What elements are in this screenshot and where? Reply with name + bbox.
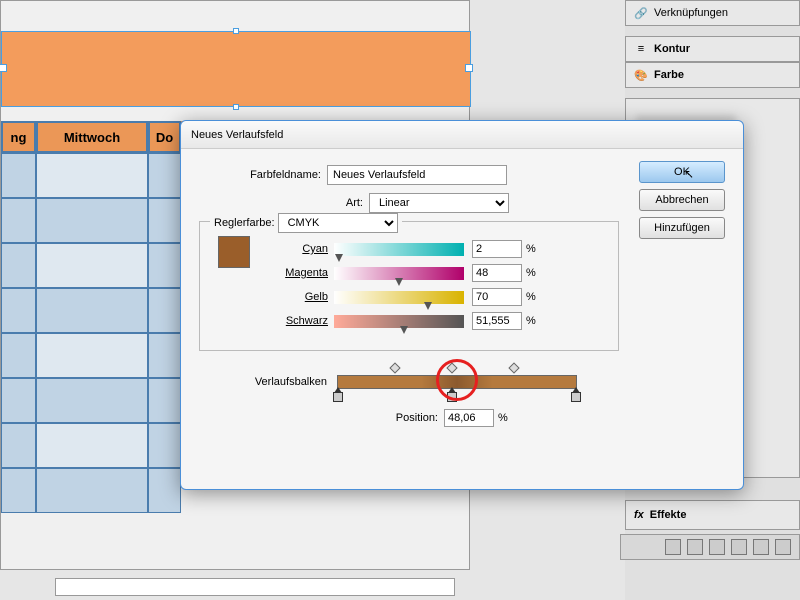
black-slider[interactable]	[334, 315, 464, 328]
gradient-color-stop[interactable]	[333, 392, 343, 402]
table-cell[interactable]	[1, 333, 36, 378]
table-cell[interactable]	[36, 198, 148, 243]
color-sliders-group: Reglerfarbe: CMYK Cyan % Magenta % Gelb	[199, 221, 619, 351]
percent-symbol: %	[526, 267, 536, 279]
table-cell[interactable]	[1, 423, 36, 468]
table-header-cell[interactable]: Mittwoch	[36, 121, 148, 153]
percent-symbol: %	[526, 291, 536, 303]
table-cell[interactable]	[148, 243, 181, 288]
table-cell[interactable]	[1, 288, 36, 333]
gradient-color-stop-selected[interactable]	[447, 392, 457, 402]
magenta-label: Magenta	[214, 267, 334, 279]
table-cell[interactable]	[36, 378, 148, 423]
table-cell[interactable]	[1, 153, 36, 198]
panel-links[interactable]: 🔗 Verknüpfungen	[625, 0, 800, 26]
table-cell[interactable]	[36, 423, 148, 468]
black-label: Schwarz	[214, 315, 334, 327]
links-icon: 🔗	[634, 6, 648, 20]
swatch-tool-icon[interactable]	[687, 539, 703, 555]
percent-symbol: %	[526, 315, 536, 327]
panel-label: Kontur	[654, 43, 690, 55]
table-cell[interactable]	[148, 153, 181, 198]
add-button[interactable]: Hinzufügen	[639, 217, 725, 239]
table-header-cell[interactable]: ng	[1, 121, 36, 153]
percent-symbol: %	[526, 243, 536, 255]
resize-handle-bottom[interactable]	[233, 104, 239, 110]
palette-icon: 🎨	[634, 68, 648, 82]
yellow-label: Gelb	[214, 291, 334, 303]
table-header-cell[interactable]: Do	[148, 121, 181, 153]
fx-icon: fx	[634, 509, 644, 521]
swatch-tool-icon[interactable]	[665, 539, 681, 555]
gradient-ramp-label: Verlaufsbalken	[199, 376, 337, 388]
table-cell[interactable]	[1, 378, 36, 423]
swatches-toolbar	[620, 534, 800, 560]
panel-effects[interactable]: fx Effekte	[625, 500, 800, 530]
gradient-color-stop[interactable]	[571, 392, 581, 402]
gradient-midpoint-diamond[interactable]	[447, 362, 458, 373]
gradient-type-select[interactable]: Linear	[369, 193, 509, 213]
cancel-button[interactable]: Abbrechen	[639, 189, 725, 211]
table-cell[interactable]	[148, 378, 181, 423]
table-cell[interactable]	[36, 153, 148, 198]
selected-table-header-bar[interactable]	[1, 31, 471, 107]
table-cell[interactable]	[1, 198, 36, 243]
panel-color[interactable]: 🎨 Farbe	[625, 62, 800, 88]
trash-icon[interactable]	[775, 539, 791, 555]
bottom-scrollbar[interactable]	[55, 578, 455, 596]
table-cell[interactable]	[148, 423, 181, 468]
swatch-name-label: Farbfeldname:	[199, 169, 327, 181]
gradient-ramp[interactable]	[337, 375, 577, 389]
yellow-slider[interactable]	[334, 291, 464, 304]
swatch-name-input[interactable]	[327, 165, 507, 185]
stop-color-label: Reglerfarbe:	[214, 217, 275, 229]
dialog-title-bar[interactable]: Neues Verlaufsfeld	[181, 121, 743, 149]
stroke-icon: ≡	[634, 42, 648, 56]
table-cell[interactable]	[148, 288, 181, 333]
new-gradient-swatch-dialog: Neues Verlaufsfeld Farbfeldname: Art: Li…	[180, 120, 744, 490]
dialog-title: Neues Verlaufsfeld	[191, 129, 283, 141]
panel-label: Farbe	[654, 69, 684, 81]
table-cell[interactable]	[148, 333, 181, 378]
table-cell[interactable]	[1, 468, 36, 513]
panel-label: Verknüpfungen	[654, 7, 728, 19]
new-swatch-icon[interactable]	[753, 539, 769, 555]
resize-handle-top[interactable]	[233, 28, 239, 34]
panel-label: Effekte	[650, 509, 687, 521]
black-value-input[interactable]	[472, 312, 522, 330]
gradient-midpoint-diamond[interactable]	[389, 362, 400, 373]
table-cell[interactable]	[36, 288, 148, 333]
position-label: Position:	[199, 412, 444, 424]
gradient-type-label: Art:	[199, 197, 369, 209]
cyan-slider[interactable]	[334, 243, 464, 256]
color-swatch-preview	[218, 236, 250, 268]
ok-button[interactable]: OK ↖	[639, 161, 725, 183]
position-value-input[interactable]	[444, 409, 494, 427]
cyan-value-input[interactable]	[472, 240, 522, 258]
table-cell[interactable]	[36, 333, 148, 378]
swatch-tool-icon[interactable]	[731, 539, 747, 555]
percent-symbol: %	[498, 412, 508, 424]
magenta-value-input[interactable]	[472, 264, 522, 282]
table-cell[interactable]	[36, 243, 148, 288]
panel-stroke[interactable]: ≡ Kontur	[625, 36, 800, 62]
yellow-value-input[interactable]	[472, 288, 522, 306]
swatch-tool-icon[interactable]	[709, 539, 725, 555]
table-cell[interactable]	[36, 468, 148, 513]
magenta-slider[interactable]	[334, 267, 464, 280]
table-cell[interactable]	[1, 243, 36, 288]
color-mode-select[interactable]: CMYK	[278, 213, 398, 233]
table-cell[interactable]	[148, 198, 181, 243]
table-cell[interactable]	[148, 468, 181, 513]
gradient-midpoint-diamond[interactable]	[508, 362, 519, 373]
